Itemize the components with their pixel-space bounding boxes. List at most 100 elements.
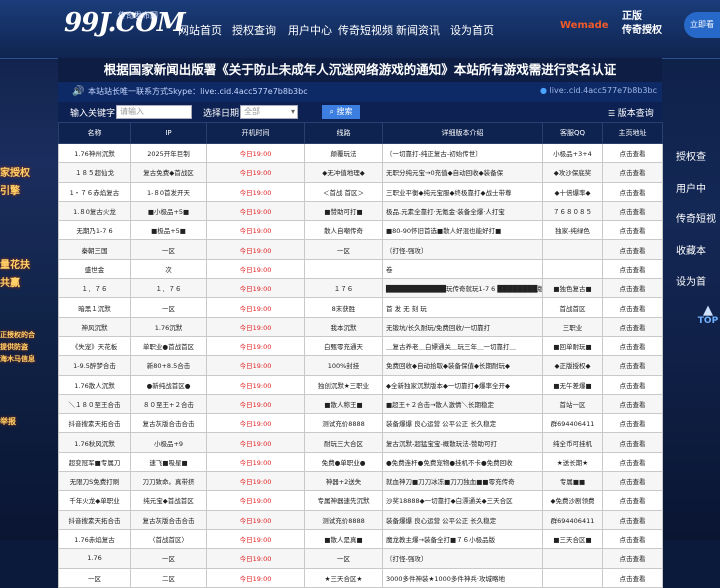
server-name-cell[interactable]: 暗黑１沉默 <box>58 297 131 318</box>
homepage-link-cell[interactable]: 点击查看 <box>602 239 663 260</box>
nav-auth-query[interactable]: 授权查询 <box>232 22 276 38</box>
server-name-cell[interactable]: 抖音搜素天拓合击 <box>58 509 131 530</box>
homepage-link-cell[interactable]: 点击查看 <box>602 548 663 569</box>
server-name-cell[interactable]: １．７６ <box>58 278 131 299</box>
table-row[interactable]: 秦朝三国 一区 今日19:00 一区 〔打怪-强攻〕 点击查看 <box>58 239 663 260</box>
homepage-link-cell[interactable]: 点击查看 <box>602 432 663 453</box>
open-time-cell: 今日19:00 <box>206 258 305 280</box>
table-row[interactable]: 1・７６赤焰复古 1-８0首发开天 今日19:00 ＜首战 首区＞ 三职业平衡◆纯元宝服… <box>58 181 663 202</box>
server-name-cell[interactable]: 神风沉默 <box>58 316 131 337</box>
server-name-cell[interactable]: 盛世金 <box>58 258 131 280</box>
homepage-link-cell[interactable]: 点击查看 <box>602 393 663 415</box>
col-detail[interactable]: 详细版本介绍 <box>382 122 543 144</box>
side-action-button[interactable]: 立即看 <box>684 12 720 38</box>
server-name-cell[interactable]: 1・７６赤焰复古 <box>58 181 131 202</box>
promo-text-8[interactable]: 举报 <box>0 416 16 427</box>
col-ip[interactable]: IP <box>130 122 207 144</box>
table-row[interactable]: 1.76赤焰复古 〈首战首区〉 今日19:00 ■散人是真■ 魔龙教主爆→装备全打■７６… <box>58 528 663 550</box>
homepage-link-cell[interactable]: 点击查看 <box>602 509 663 530</box>
server-name-cell[interactable]: 1.76秋风沉默 <box>58 432 131 453</box>
table-row[interactable]: 无期乃1-7 6 ■极品+5■ 今日19:00 散人自嘲传奇 ■80-90怀旧首选■散人… <box>58 220 663 241</box>
server-name-cell[interactable]: 抖音搜素天拓合击 <box>58 413 131 434</box>
table-row[interactable]: 1-9.5醉梦合击 新80+8.5合击 今日19:00 100%封挂 免费回收◆自动拾取… <box>58 355 663 376</box>
homepage-link-cell[interactable]: 点击查看 <box>602 567 663 588</box>
table-row[interactable]: 盛世金次今日19:00 卷 点击查看 <box>58 258 663 280</box>
version-query-link[interactable]: 版本查询 <box>608 106 654 119</box>
server-line-cell: 独创沉默★三职业 <box>304 374 383 395</box>
homepage-link-cell[interactable]: 点击查看 <box>602 297 663 318</box>
server-name-cell[interactable]: 秦朝三国 <box>58 239 131 260</box>
homepage-link-cell[interactable]: 点击查看 <box>602 451 663 473</box>
side-menu-user[interactable]: 用户中 <box>676 180 720 195</box>
homepage-link-cell[interactable]: 点击查看 <box>602 162 663 183</box>
table-row[interactable]: １．７６ １．７６ 今日19:00 １７６ ████████████玩传奇就玩1-7 6… <box>58 278 663 299</box>
table-row[interactable]: 暗黑１沉默 一区 今日19:00 8末获胜首 发 无 刻 玩首战首区 点击查看 <box>58 297 663 318</box>
server-name-cell[interactable]: 1.８0复古火龙 <box>58 200 131 222</box>
table-row[interactable]: 一区 二区 今日19:00 ★三天合区★ 3000多件神装★1000多件神兵·攻城略地 点… <box>58 567 663 588</box>
table-row[interactable]: ＼１８０至王合击 ８０至王+２合击 今日19:00 ■散人称王■ ■超王+２合击→散人激… <box>58 393 663 415</box>
server-line-cell: 神器+2送失 <box>304 471 383 492</box>
server-name-cell[interactable]: 无期乃1-7 6 <box>58 220 131 241</box>
col-open-time[interactable]: 开机时间 <box>206 122 305 144</box>
table-row[interactable]: 超变冠军■专属刀 速飞■吸星■ 今日19:00 免费●单职业● ●免费连杆●免费宠物●挂… <box>58 451 663 473</box>
homepage-link-cell[interactable]: 点击查看 <box>602 258 663 280</box>
table-row[interactable]: 1.76 一区 今日19:00 一区 〔打怪-强攻〕 点击查看 <box>58 548 663 569</box>
server-name-cell[interactable]: 1-9.5醉梦合击 <box>58 355 131 376</box>
homepage-link-cell[interactable]: 点击查看 <box>602 316 663 337</box>
server-name-cell[interactable]: 1.76散人沉默 <box>58 374 131 395</box>
server-name-cell[interactable]: 1.76赤焰复古 <box>58 528 131 550</box>
table-row[interactable]: 1.76散人沉默 ●新纯战首区● 今日19:00 独创沉默★三职业 ◆全新独家沉默版本◆… <box>58 374 663 395</box>
nav-home[interactable]: 网站首页 <box>178 22 222 38</box>
nav-short-video[interactable]: 传奇短视频 <box>338 22 393 38</box>
homepage-link-cell[interactable]: 点击查看 <box>602 490 663 511</box>
search-button[interactable]: ⌕ 搜索 <box>322 105 360 119</box>
back-to-top-button[interactable]: ▲ TOP <box>696 304 720 326</box>
nav-news[interactable]: 新闻资讯 <box>396 22 440 38</box>
nav-user-center[interactable]: 用户中心 <box>288 22 332 38</box>
table-header-row: 名称 IP 开机时间 线路 详细版本介绍 客服QQ 主页地址 <box>58 122 663 144</box>
server-name-cell[interactable]: 《失宠》天花板 <box>58 335 131 357</box>
server-name-cell[interactable]: １８５超仙戈 <box>58 162 131 183</box>
service-qq-cell: ■无午差爆■ <box>542 374 603 395</box>
server-name-cell[interactable]: 无限刀S免费打刷 <box>58 471 131 492</box>
table-row[interactable]: 神风沉默 1.76沉默 今日19:00 我本沉默 无锻坑/长久耐玩/免费回收/一切靠打三… <box>58 316 663 337</box>
server-name-cell[interactable]: ＼１８０至王合击 <box>58 393 131 415</box>
nav-set-home[interactable]: 设为首页 <box>450 22 494 38</box>
keyword-input[interactable]: 请输入 <box>116 105 192 119</box>
open-time-cell: 今日19:00 <box>206 528 305 550</box>
col-name[interactable]: 名称 <box>58 122 131 144</box>
table-row[interactable]: 1.76秋风沉默 小极品+9 今日19:00 耐玩三大合区 复古沉默-超猛宝宝-概散玩法… <box>58 432 663 453</box>
homepage-link-cell[interactable]: 点击查看 <box>602 355 663 376</box>
homepage-link-cell[interactable]: 点击查看 <box>602 278 663 299</box>
homepage-link-cell[interactable]: 点击查看 <box>602 471 663 492</box>
side-menu-auth[interactable]: 授权查 <box>676 148 720 163</box>
server-name-cell[interactable]: 千年火龙◆单职业 <box>58 490 131 511</box>
server-name-cell[interactable]: 超变冠军■专属刀 <box>58 451 131 473</box>
server-name-cell[interactable]: 1.76 <box>58 548 131 569</box>
table-row[interactable]: 1.８0复古火龙 ■小极品+5■ 今日19:00 ■赞助可打■ 极品.元素全靠打·无氪金… <box>58 200 663 222</box>
server-name-cell[interactable]: 1.76神州沉默 <box>58 142 131 164</box>
homepage-link-cell[interactable]: 点击查看 <box>602 200 663 222</box>
homepage-link-cell[interactable]: 点击查看 <box>602 335 663 357</box>
homepage-link-cell[interactable]: 点击查看 <box>602 413 663 434</box>
table-row[interactable]: 千年火龙◆单职业 纯元宝◆首战首区 今日19:00 专属神器速先沉默 沙奖18888◆一… <box>58 490 663 511</box>
side-menu-homepage[interactable]: 设为首 <box>676 273 720 288</box>
homepage-link-cell[interactable]: 点击查看 <box>602 528 663 550</box>
table-row[interactable]: 抖音搜素天拓合击 复古灰版合击合击 今日19:00 测试充价8888 装备爆爆 良心运营… <box>58 509 663 530</box>
side-menu-video[interactable]: 传奇短视 <box>676 210 720 225</box>
side-menu-favorite[interactable]: 收藏本 <box>676 242 720 257</box>
table-row[interactable]: １８５超仙戈 复古免费◆首战区 今日19:00 ◆无冲值地理◆ 无职分纯元宝→0充值◆自… <box>58 162 663 183</box>
date-select[interactable]: 全部 <box>240 105 298 119</box>
table-row[interactable]: 《失宠》天花板 单职业●首战首区 今日19:00 白甄零充通天 ＿复古养老＿白嫖通关＿玩… <box>58 335 663 357</box>
table-row[interactable]: 无限刀S免费打刷 刀刀致命。真带挤 今日19:00 神器+2送失 就血神刀■刀刀冰冻■刀… <box>58 471 663 492</box>
col-qq[interactable]: 客服QQ <box>542 122 603 144</box>
homepage-link-cell[interactable]: 点击查看 <box>602 181 663 202</box>
col-homepage[interactable]: 主页地址 <box>602 122 663 144</box>
homepage-link-cell[interactable]: 点击查看 <box>602 374 663 395</box>
table-row[interactable]: 1.76神州沉默 2025开年巨制 今日19:00 颠覆玩法 〔一切靠打-纯正复古-初始… <box>58 142 663 164</box>
table-row[interactable]: 抖音搜素天拓合击 复古灰版合击合击 今日19:00 测试充价8888 装备爆爆 良心运营… <box>58 413 663 434</box>
homepage-link-cell[interactable]: 点击查看 <box>602 220 663 241</box>
server-name-cell[interactable]: 一区 <box>58 567 131 588</box>
col-line[interactable]: 线路 <box>304 122 383 144</box>
homepage-link-cell[interactable]: 点击查看 <box>602 142 663 164</box>
